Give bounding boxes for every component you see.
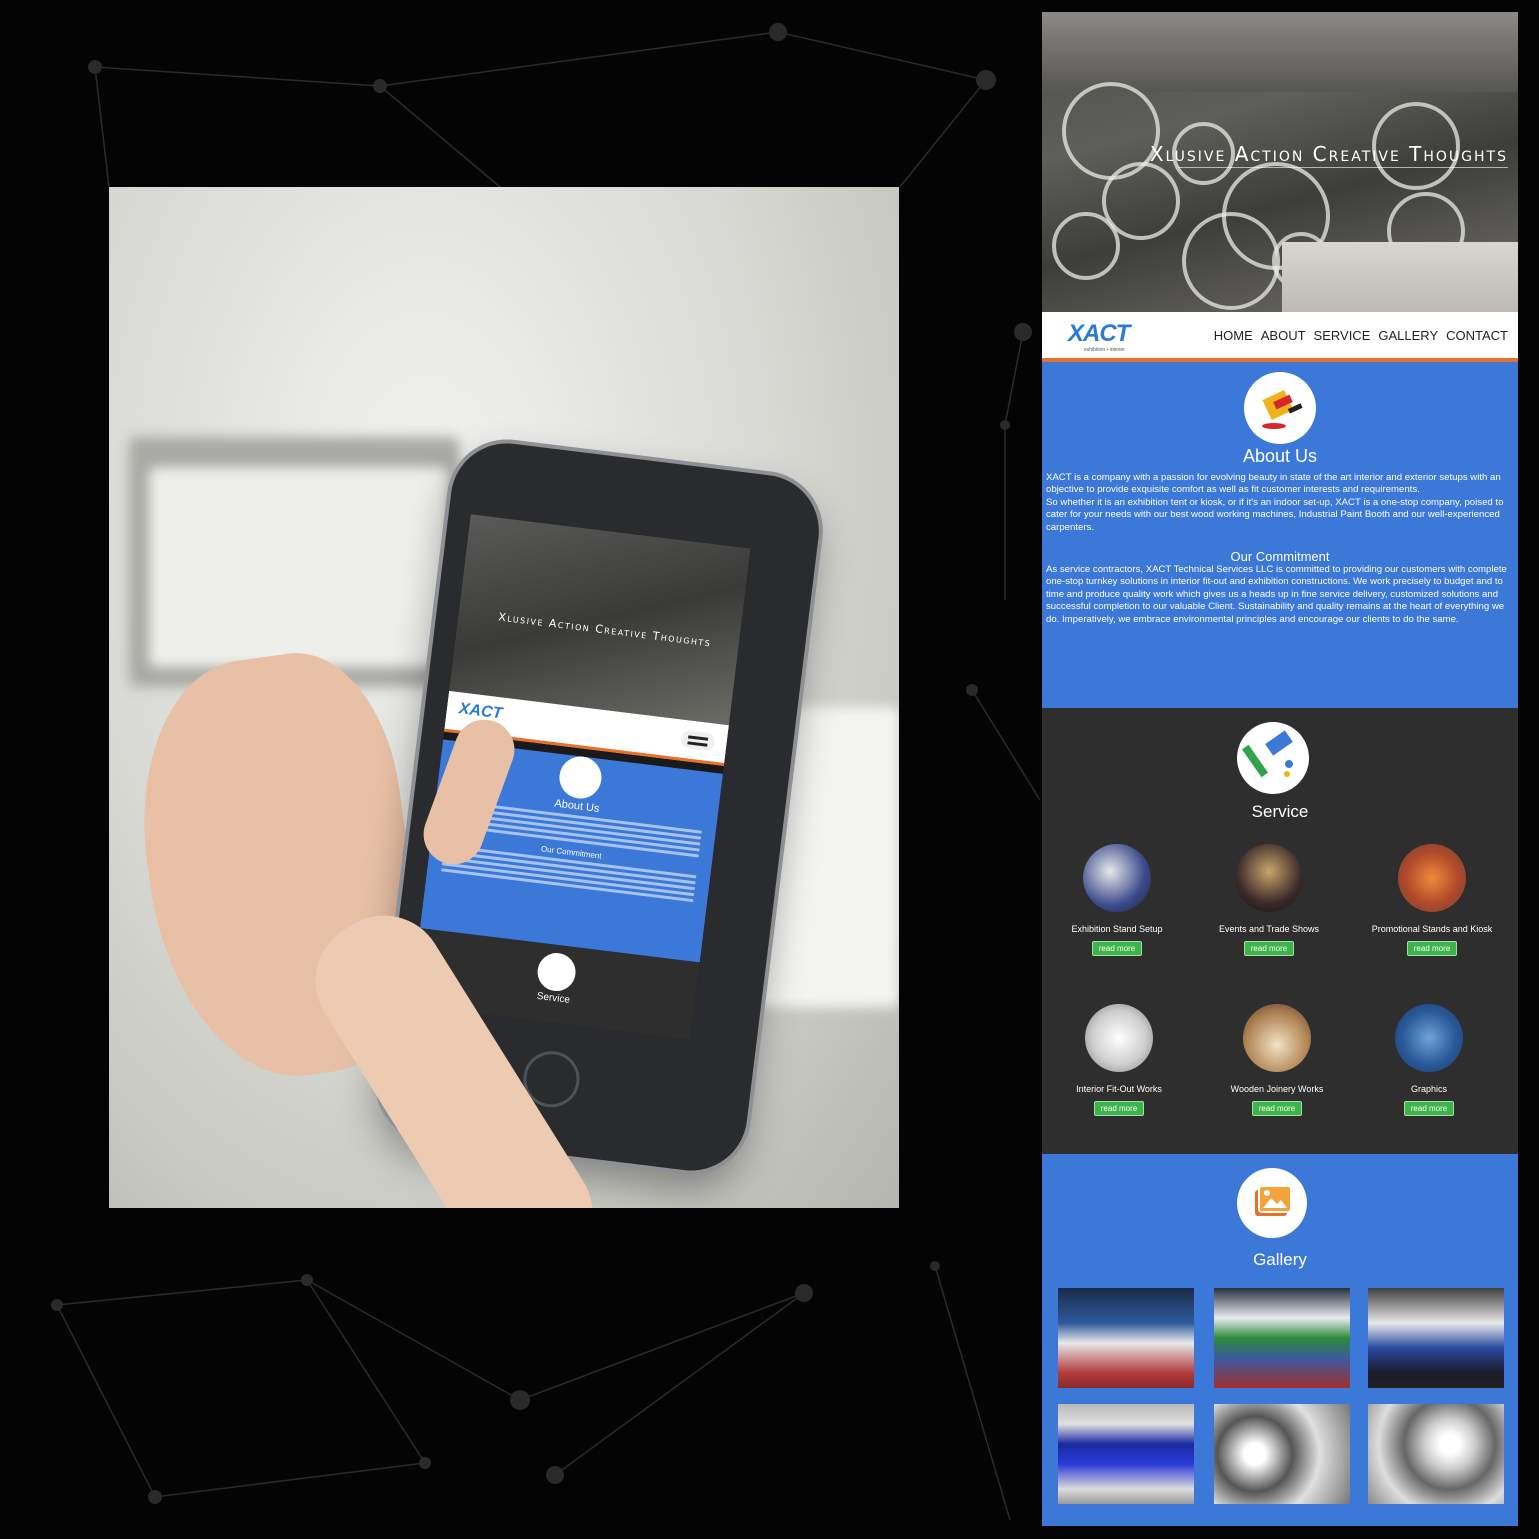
hero-tagline: Xlusive Action Creative Thoughts: [1149, 142, 1508, 166]
read-more-button[interactable]: read more: [1406, 941, 1458, 956]
service-name: Exhibition Stand Setup: [1071, 924, 1163, 934]
hamburger-menu-icon[interactable]: [679, 729, 716, 752]
service-card: Promotional Stands and Kiosk read more: [1357, 844, 1507, 956]
service-card: Wooden Joinery Works read more: [1202, 1004, 1352, 1116]
phone-hero-image: Xlusive Action Creative Thoughts: [449, 514, 751, 726]
commitment-text: As service contractors, XACT Technical S…: [1046, 564, 1507, 625]
phone-hero-tagline: Xlusive Action Creative Thoughts: [497, 610, 713, 650]
service-image: [1083, 844, 1151, 912]
service-title: Service: [1251, 802, 1309, 821]
blurred-monitor-screen: [149, 467, 449, 667]
service-card: Exhibition Stand Setup read more: [1042, 844, 1192, 956]
about-title: About Us: [1242, 446, 1318, 466]
hammer-icon: [1237, 722, 1309, 794]
gallery-image[interactable]: [1214, 1404, 1350, 1504]
read-more-button[interactable]: read more: [1091, 941, 1143, 956]
nav-service[interactable]: SERVICE: [1314, 328, 1371, 343]
about-section: About Us XACT is a company with a passio…: [1042, 362, 1518, 708]
read-more-button[interactable]: read more: [1403, 1101, 1455, 1116]
service-name: Promotional Stands and Kiosk: [1371, 924, 1493, 934]
hero-banner: Xlusive Action Creative Thoughts: [1042, 12, 1518, 312]
nav-menu: HOME ABOUT SERVICE GALLERY CONTACT: [1214, 328, 1508, 343]
service-image: [1398, 844, 1466, 912]
service-card: Interior Fit-Out Works read more: [1044, 1004, 1194, 1116]
image-gallery-icon: [1237, 1168, 1307, 1238]
gallery-section: Gallery: [1042, 1154, 1518, 1526]
service-name: Wooden Joinery Works: [1230, 1084, 1324, 1094]
gallery-image[interactable]: [1214, 1288, 1350, 1388]
website-full-page: Xlusive Action Creative Thoughts XACT ex…: [1042, 12, 1518, 1526]
about-text: XACT is a company with a passion for evo…: [1046, 472, 1516, 534]
service-image: [1395, 1004, 1463, 1072]
gallery-image[interactable]: [1368, 1404, 1504, 1504]
about-paragraph-2: So whether it is an exhibition tent or k…: [1046, 496, 1504, 533]
service-image: [1243, 1004, 1311, 1072]
service-section: Service Exhibition Stand Setup read more…: [1042, 708, 1518, 1154]
gallery-image[interactable]: [1058, 1404, 1194, 1504]
paint-brush-icon: [1244, 372, 1316, 444]
read-more-button[interactable]: read more: [1251, 1101, 1303, 1116]
service-card: Graphics read more: [1354, 1004, 1504, 1116]
logo-subtitle: exhibition • interior: [1084, 347, 1125, 353]
gallery-image[interactable]: [1368, 1288, 1504, 1388]
xact-logo[interactable]: XACT: [1068, 320, 1130, 348]
commitment-title: Our Commitment: [1230, 549, 1330, 564]
nav-home[interactable]: HOME: [1214, 328, 1253, 343]
service-name: Interior Fit-Out Works: [1076, 1084, 1162, 1094]
read-more-button[interactable]: read more: [1243, 941, 1295, 956]
nav-gallery[interactable]: GALLERY: [1378, 328, 1438, 343]
nav-contact[interactable]: CONTACT: [1446, 328, 1508, 343]
mobile-mockup-photo: Xlusive Action Creative Thoughts XACT Ab…: [109, 187, 899, 1208]
gallery-image[interactable]: [1058, 1288, 1194, 1388]
gallery-title: Gallery: [1253, 1250, 1307, 1269]
service-card: Events and Trade Shows read more: [1194, 844, 1344, 956]
service-name: Events and Trade Shows: [1218, 924, 1320, 934]
about-paragraph-1: XACT is a company with a passion for evo…: [1046, 472, 1501, 496]
hammer-icon: [535, 950, 578, 994]
service-name: Graphics: [1410, 1084, 1447, 1094]
service-image: [1235, 844, 1303, 912]
paint-brush-icon: [557, 754, 604, 801]
navbar: XACT exhibition • interior HOME ABOUT SE…: [1042, 312, 1518, 362]
nav-about[interactable]: ABOUT: [1261, 328, 1306, 343]
service-image: [1085, 1004, 1153, 1072]
read-more-button[interactable]: read more: [1093, 1101, 1145, 1116]
